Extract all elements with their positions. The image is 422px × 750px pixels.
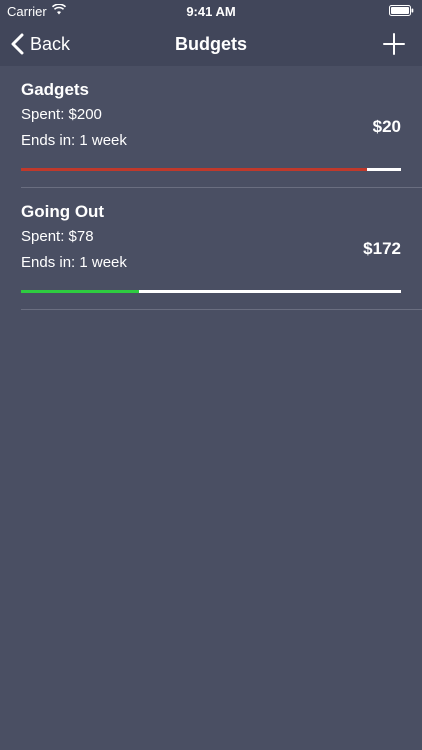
budget-remaining: $172 (363, 239, 401, 258)
add-budget-button[interactable] (382, 32, 406, 56)
row-divider (21, 309, 422, 310)
budget-progress-bar (21, 290, 401, 293)
budget-spent: Spent: $78 (21, 228, 94, 245)
page-title: Budgets (175, 34, 247, 54)
budget-list: Gadgets Spent: $200 Ends in: 1 week $20 … (0, 66, 422, 310)
budget-row[interactable]: Gadgets Spent: $200 Ends in: 1 week $20 (0, 66, 422, 188)
budget-name: Gadgets (21, 80, 90, 99)
budget-ends: Ends in: 1 week (21, 254, 127, 271)
budget-remaining: $20 (372, 117, 401, 136)
budget-progress-fill (21, 290, 139, 293)
budget-name: Going Out (21, 202, 105, 221)
battery-icon (389, 5, 414, 16)
budget-ends: Ends in: 1 week (21, 132, 127, 149)
navigation-bar: Back Budgets (0, 22, 422, 66)
budget-row[interactable]: Going Out Spent: $78 Ends in: 1 week $17… (0, 188, 422, 310)
budget-spent: Spent: $200 (21, 106, 102, 123)
status-bar: Carrier 9:41 AM (0, 0, 422, 22)
status-time: 9:41 AM (186, 4, 236, 19)
budget-progress-fill (21, 168, 367, 171)
budget-progress-bar (21, 168, 401, 171)
top-bar: Carrier 9:41 AM Back Budgets (0, 0, 422, 66)
